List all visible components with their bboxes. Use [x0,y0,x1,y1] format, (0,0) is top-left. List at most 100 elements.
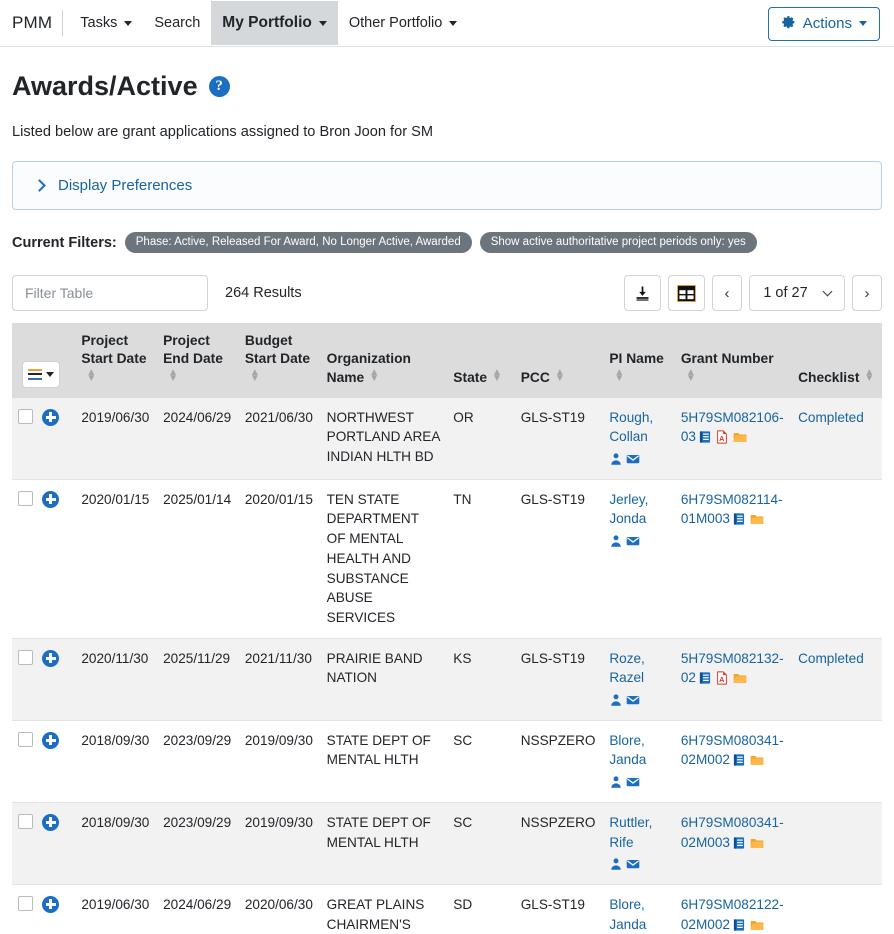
column-label: Budget Start Date [244,333,311,367]
column-header-project-end-date[interactable]: Project End Date ▲ ▼ [157,323,239,398]
grant-folder-icon[interactable] [749,836,765,850]
column-header-grant-number[interactable]: Grant Number ▲ ▼ [674,323,793,398]
pi-info-icon[interactable] [609,693,623,707]
previous-page-button[interactable]: ‹ [712,275,742,311]
expand-row-icon[interactable] [42,895,59,913]
nav-item-other-portfolio[interactable]: Other Portfolio [338,2,469,44]
pi-name-link[interactable]: Blore, Janda [609,733,646,768]
sort-icon[interactable]: ▲ ▼ [614,368,624,384]
sort-icon[interactable]: ▲ ▼ [864,368,874,384]
actions-button[interactable]: Actions [767,7,880,41]
pi-name-link[interactable]: Ruttler, Rife [609,815,652,850]
svg-text:A: A [719,434,725,443]
sort-icon[interactable]: ▲ ▼ [492,368,502,384]
filter-chip-phase[interactable]: Phase: Active, Released For Award, No Lo… [124,232,472,253]
app-brand[interactable]: PMM [10,13,62,33]
row-checkbox[interactable] [18,649,33,665]
cell-project-start-date: 2019/06/30 [81,409,150,425]
column-menu-button[interactable] [22,360,60,388]
cell-pcc: GLS-ST19 [520,409,585,425]
row-checkbox[interactable] [18,490,33,506]
table-row[interactable]: 2018/09/30 2023/09/29 2019/09/30 STATE DEPT… [12,802,882,885]
grant-folder-icon[interactable] [749,753,765,767]
nav-item-tasks[interactable]: Tasks [69,2,143,44]
sort-icon[interactable]: ▲ ▼ [168,368,178,384]
program-notebook-icon[interactable] [732,836,746,850]
grant-folder-icon[interactable] [749,512,765,526]
table-row[interactable]: 2019/06/30 2024/06/29 2021/06/30 NORTHWEST … [12,397,882,480]
column-label: Checklist [798,370,860,386]
sort-icon[interactable]: ▲ ▼ [369,368,379,384]
cell-project-end-date: 2025/01/14 [163,491,232,507]
expand-row-icon[interactable] [42,813,59,831]
filter-table-input[interactable] [12,275,208,311]
column-header-state[interactable]: State ▲ ▼ [447,323,515,398]
grant-folder-icon[interactable] [749,918,765,932]
checklist-link[interactable]: Completed [798,651,864,666]
email-pi-icon[interactable] [626,534,640,548]
email-pi-icon[interactable] [626,857,640,871]
expand-row-icon[interactable] [42,490,59,508]
program-notebook-icon[interactable] [732,918,746,932]
pi-name-link[interactable]: Rough, Collan [609,410,653,445]
pi-info-icon[interactable] [609,534,623,548]
row-checkbox[interactable] [18,731,33,747]
pi-name-link[interactable]: Roze, Razel [609,651,645,686]
expand-row-icon[interactable] [42,408,59,426]
column-header-budget-start-date[interactable]: Budget Start Date ▲ ▼ [238,323,321,398]
email-pi-icon[interactable] [626,693,640,707]
pi-name-link[interactable]: Jerley, Jonda [609,492,648,527]
checklist-link[interactable]: Completed [798,410,864,425]
grant-folder-icon[interactable] [732,430,748,444]
email-pi-icon[interactable] [626,775,640,789]
column-header-pcc[interactable]: PCC ▲ ▼ [514,323,604,398]
column-header-pi-name[interactable]: PI Name ▲ ▼ [603,323,675,398]
row-checkbox[interactable] [18,895,33,911]
page-description: Listed below are grant applications assi… [12,124,434,140]
grant-icon-group: A [698,670,748,685]
table-row[interactable]: 2018/09/30 2023/09/29 2019/09/30 STATE DEPT… [12,720,882,803]
grant-pdf-icon[interactable]: A [715,671,729,685]
cell-state: OR [453,409,474,425]
program-notebook-icon[interactable] [732,512,746,526]
next-page-button[interactable]: › [852,275,882,311]
pi-icon-group [609,449,669,469]
nav-item-search[interactable]: Search [143,2,211,44]
program-notebook-icon[interactable] [732,753,746,767]
display-preferences-panel[interactable]: Display Preferences [12,161,882,210]
table-row[interactable]: 2020/11/30 2025/11/29 2021/11/30 PRAIRIE BA… [12,638,882,721]
cell-pi-name: Roze, Razel [603,638,675,720]
column-header-organization-name[interactable]: Organization Name ▲ ▼ [320,323,448,398]
pi-info-icon[interactable] [609,452,623,466]
row-checkbox[interactable] [18,813,33,829]
chevron-down-icon [449,20,458,26]
column-header-checklist[interactable]: Checklist ▲ ▼ [792,323,882,398]
sort-icon[interactable]: ▲ ▼ [686,368,696,384]
program-notebook-icon[interactable] [698,430,712,444]
column-header-project-start-date[interactable]: Project Start Date ▲ ▼ [75,323,158,398]
expand-row-icon[interactable] [42,649,59,667]
grant-icon-group [732,835,765,850]
grant-pdf-icon[interactable]: A [715,430,729,444]
page-selector[interactable]: 1 of 27 [749,275,845,311]
row-checkbox[interactable] [18,408,33,424]
pi-info-icon[interactable] [609,857,623,871]
sort-icon[interactable]: ▲ ▼ [86,368,96,384]
table-view-button[interactable] [668,275,705,311]
table-row[interactable]: 2020/01/15 2025/01/14 2020/01/15 TEN STATE … [12,479,882,639]
nav-item-my-portfolio[interactable]: My Portfolio [211,1,338,45]
sort-icon[interactable]: ▲ ▼ [555,368,565,384]
filter-chip-active-periods[interactable]: Show active authoritative project period… [479,232,757,253]
download-button[interactable] [624,275,661,311]
cell-pi-name: Jerley, Jonda [603,479,675,638]
email-pi-icon[interactable] [626,452,640,466]
expand-row-icon[interactable] [42,731,59,749]
pi-info-icon[interactable] [609,775,623,789]
grant-folder-icon[interactable] [732,671,748,685]
question-mark-icon[interactable]: ? [208,76,230,97]
program-notebook-icon[interactable] [698,671,712,685]
table-row[interactable]: 2019/06/30 2024/06/29 2020/06/30 GREAT PLAI… [12,884,882,934]
sort-icon[interactable]: ▲ ▼ [250,368,260,384]
pi-name-link[interactable]: Blore, Janda [609,897,646,932]
nav-item-label: My Portfolio [222,14,312,31]
